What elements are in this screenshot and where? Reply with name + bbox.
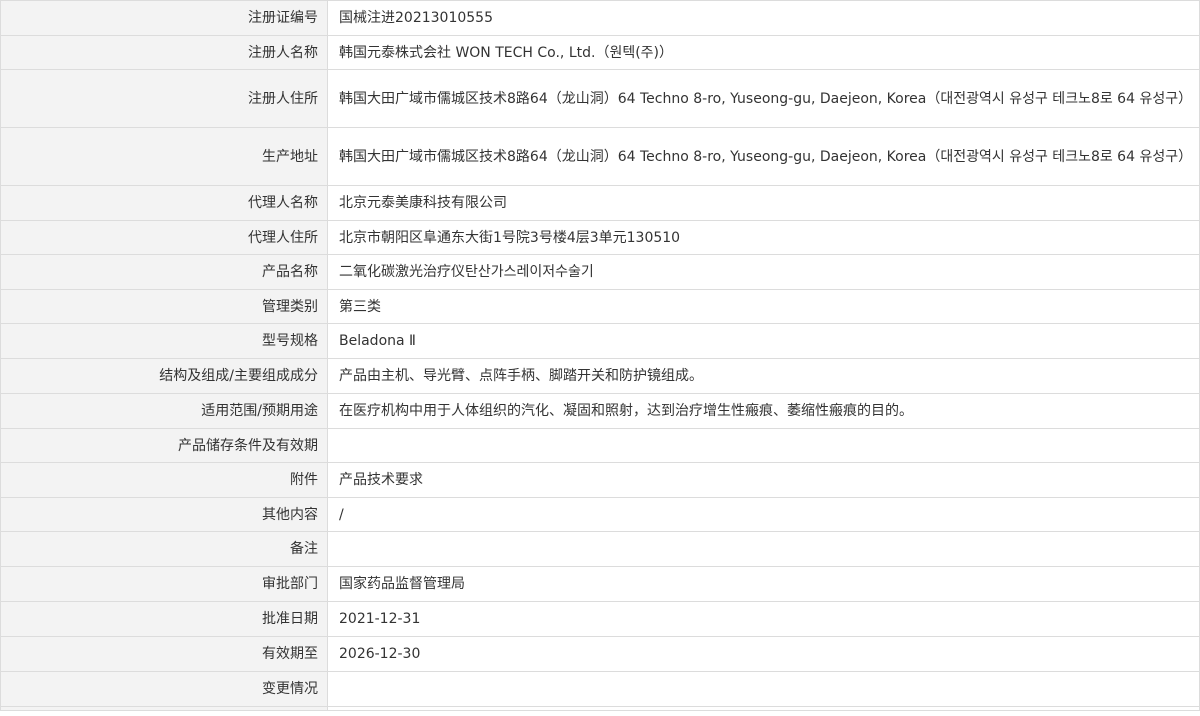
field-value <box>327 428 1200 463</box>
table-row-valid-until: 有效期至 2026-12-30 <box>0 636 1200 672</box>
field-label: 型号规格 <box>0 323 328 359</box>
field-label: 产品储存条件及有效期 <box>0 428 328 463</box>
field-label: 备注 <box>0 531 328 567</box>
field-label: 注册证编号 <box>0 0 328 36</box>
table-row-storage-conditions: 产品储存条件及有效期 <box>0 428 1200 463</box>
field-value: 国家药品监督管理局 <box>327 566 1200 602</box>
field-value: 韩国大田广域市儒城区技术8路64（龙山洞）64 Techno 8-ro, Yus… <box>327 69 1200 128</box>
field-value: 北京市朝阳区阜通东大街1号院3号楼4层3单元130510 <box>327 220 1200 255</box>
table-row-partial <box>0 706 1200 711</box>
field-value: 韩国大田广域市儒城区技术8路64（龙山洞）64 Techno 8-ro, Yus… <box>327 127 1200 186</box>
field-value: / <box>327 497 1200 532</box>
table-row-structure-composition: 结构及组成/主要组成成分 产品由主机、导光臂、点阵手柄、脚踏开关和防护镜组成。 <box>0 358 1200 394</box>
table-row-change-history: 变更情况 <box>0 671 1200 707</box>
field-value: 北京元泰美康科技有限公司 <box>327 185 1200 221</box>
table-row-agent-name: 代理人名称 北京元泰美康科技有限公司 <box>0 185 1200 221</box>
field-label: 代理人住所 <box>0 220 328 255</box>
field-label: 生产地址 <box>0 127 328 186</box>
field-label: 管理类别 <box>0 289 328 324</box>
field-value: 国械注进20213010555 <box>327 0 1200 36</box>
table-row-approval-date: 批准日期 2021-12-31 <box>0 601 1200 637</box>
field-label <box>0 706 328 711</box>
field-value: 在医疗机构中用于人体组织的汽化、凝固和照射，达到治疗增生性瘢痕、萎缩性瘢痕的目的… <box>327 393 1200 429</box>
field-label: 适用范围/预期用途 <box>0 393 328 429</box>
table-row-registrant-name: 注册人名称 韩国元泰株式会社 WON TECH Co., Ltd.（원텍(주)） <box>0 35 1200 70</box>
field-value: 产品由主机、导光臂、点阵手柄、脚踏开关和防护镜组成。 <box>327 358 1200 394</box>
field-label: 产品名称 <box>0 254 328 290</box>
field-label: 附件 <box>0 462 328 498</box>
field-label: 结构及组成/主要组成成分 <box>0 358 328 394</box>
field-value: 产品技术要求 <box>327 462 1200 498</box>
field-value <box>327 531 1200 567</box>
table-row-agent-address: 代理人住所 北京市朝阳区阜通东大街1号院3号楼4层3单元130510 <box>0 220 1200 255</box>
field-value: 第三类 <box>327 289 1200 324</box>
field-label: 审批部门 <box>0 566 328 602</box>
field-label: 注册人住所 <box>0 69 328 128</box>
table-row-intended-use: 适用范围/预期用途 在医疗机构中用于人体组织的汽化、凝固和照射，达到治疗增生性瘢… <box>0 393 1200 429</box>
field-label: 其他内容 <box>0 497 328 532</box>
table-row-registration-number: 注册证编号 国械注进20213010555 <box>0 0 1200 36</box>
field-label: 变更情况 <box>0 671 328 707</box>
table-row-production-address: 生产地址 韩国大田广域市儒城区技术8路64（龙山洞）64 Techno 8-ro… <box>0 127 1200 186</box>
table-row-attachment: 附件 产品技术要求 <box>0 462 1200 498</box>
field-value: 2026-12-30 <box>327 636 1200 672</box>
field-value <box>327 706 1200 711</box>
field-value: 韩国元泰株式会社 WON TECH Co., Ltd.（원텍(주)） <box>327 35 1200 70</box>
field-value: 二氧化碳激光治疗仪탄산가스레이저수술기 <box>327 254 1200 290</box>
field-label: 有效期至 <box>0 636 328 672</box>
table-row-remarks: 备注 <box>0 531 1200 567</box>
field-value: Beladona Ⅱ <box>327 323 1200 359</box>
table-row-management-class: 管理类别 第三类 <box>0 289 1200 324</box>
table-row-model-spec: 型号规格 Beladona Ⅱ <box>0 323 1200 359</box>
table-row-registrant-address: 注册人住所 韩国大田广域市儒城区技术8路64（龙山洞）64 Techno 8-r… <box>0 69 1200 128</box>
table-row-other-content: 其他内容 / <box>0 497 1200 532</box>
registration-record-table: 注册证编号 国械注进20213010555 注册人名称 韩国元泰株式会社 WON… <box>0 0 1200 711</box>
field-label: 注册人名称 <box>0 35 328 70</box>
field-value <box>327 671 1200 707</box>
table-row-product-name: 产品名称 二氧化碳激光治疗仪탄산가스레이저수술기 <box>0 254 1200 290</box>
field-label: 代理人名称 <box>0 185 328 221</box>
field-value: 2021-12-31 <box>327 601 1200 637</box>
field-label: 批准日期 <box>0 601 328 637</box>
table-row-approval-department: 审批部门 国家药品监督管理局 <box>0 566 1200 602</box>
